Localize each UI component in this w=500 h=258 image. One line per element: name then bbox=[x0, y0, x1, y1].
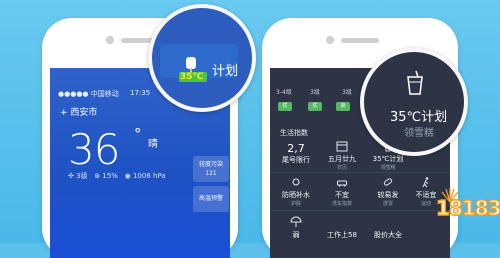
humidity-icon: ⊛ bbox=[94, 172, 101, 180]
speaker bbox=[341, 38, 379, 43]
plan-35-sub-zoom: 领雪糕 bbox=[404, 128, 434, 139]
sunscreen-cell[interactable]: 防晒补水 护肤 bbox=[274, 176, 318, 207]
work-label: 工作上58 bbox=[327, 231, 357, 239]
magnifier-left: 35℃ 计划 bbox=[148, 4, 256, 112]
license-limit-value: 2,7 bbox=[287, 142, 305, 155]
aqi-card[interactable]: 轻度污染 121 bbox=[193, 156, 229, 182]
lunar-date-cell[interactable]: 五月廿九 农历 bbox=[320, 140, 364, 171]
tab-day-1[interactable]: 3-4级 bbox=[276, 87, 292, 96]
car-icon bbox=[337, 180, 347, 187]
plan-35-sub: 领雪糕 bbox=[380, 165, 396, 171]
car-wash-sub: 洗车指数 bbox=[331, 201, 352, 207]
cup-icon bbox=[407, 70, 423, 95]
license-limit-label: 尾号限行 bbox=[282, 156, 310, 164]
uv-cell[interactable]: 弱 bbox=[274, 216, 318, 240]
tab-day-3[interactable]: 3级 bbox=[342, 87, 352, 96]
warning-label: 高温预警 bbox=[198, 195, 223, 202]
plan-35-badge: 35℃ bbox=[180, 72, 204, 82]
plan-35-label-zoom: 35℃计划 bbox=[390, 110, 448, 125]
current-temperature: 36 bbox=[68, 125, 120, 174]
front-camera bbox=[106, 36, 114, 44]
runner-icon bbox=[422, 177, 429, 188]
divider bbox=[270, 172, 450, 173]
tab-day-2[interactable]: 3级 bbox=[310, 87, 320, 96]
aqi-pill: 良 bbox=[336, 102, 350, 111]
lunar-date-sub: 农历 bbox=[336, 165, 347, 171]
wind-level: 3级 bbox=[76, 172, 88, 180]
pill-icon bbox=[383, 178, 393, 186]
aqi-pill: 优 bbox=[308, 102, 322, 111]
sunscreen-label: 防晒补水 bbox=[282, 191, 310, 199]
degree-symbol: ° bbox=[134, 125, 142, 143]
plan-label: 计划 bbox=[212, 64, 239, 79]
pressure-value: 1006 hPa bbox=[132, 172, 166, 180]
weather-condition: 晴 bbox=[148, 139, 158, 150]
front-camera bbox=[326, 36, 334, 44]
heat-warning-card[interactable]: 高温预警 bbox=[193, 186, 229, 212]
lunar-date-label: 五月廿九 bbox=[328, 155, 356, 163]
car-wash-cell[interactable]: 不宜 洗车指数 bbox=[320, 176, 364, 207]
humidity-value: 15% bbox=[102, 172, 118, 180]
aqi-value: 121 bbox=[205, 170, 217, 177]
weather-stats: ✣ 3级 ⊛ 15% ◉ 1006 hPa bbox=[68, 171, 166, 181]
calendar-icon bbox=[336, 141, 348, 152]
carrier-label: ●●●●● 中国移动 bbox=[58, 90, 119, 98]
watermark-logo: 18183 bbox=[428, 188, 500, 228]
pressure-icon: ◉ bbox=[124, 172, 131, 180]
life-index-title: 生活指数 bbox=[280, 129, 308, 137]
sun-icon bbox=[292, 178, 300, 186]
stock-cell[interactable]: 股价大全 bbox=[366, 230, 410, 240]
wind-icon: ✣ bbox=[68, 172, 74, 180]
magnifier-right: 35℃计划 领雪糕 bbox=[360, 48, 468, 156]
work-cell[interactable]: 工作上58 bbox=[320, 230, 364, 240]
umbrella-icon bbox=[290, 216, 302, 227]
aqi-label: 轻度污染 bbox=[198, 161, 223, 168]
car-wash-label: 不宜 bbox=[335, 191, 349, 199]
uv-label: 弱 bbox=[292, 231, 300, 239]
city-selector[interactable]: + 西安市 bbox=[60, 105, 97, 118]
stock-label: 股价大全 bbox=[374, 231, 402, 239]
aqi-pill: 优 bbox=[278, 102, 292, 111]
plan-35-label: 35℃计划 bbox=[372, 155, 404, 163]
clock: 17:35 bbox=[130, 89, 151, 97]
divider bbox=[270, 210, 450, 211]
license-limit-cell[interactable]: 2,7 尾号限行 bbox=[274, 142, 318, 165]
sunscreen-sub: 护肤 bbox=[290, 201, 301, 207]
watermark-text: 18183 bbox=[435, 195, 500, 221]
